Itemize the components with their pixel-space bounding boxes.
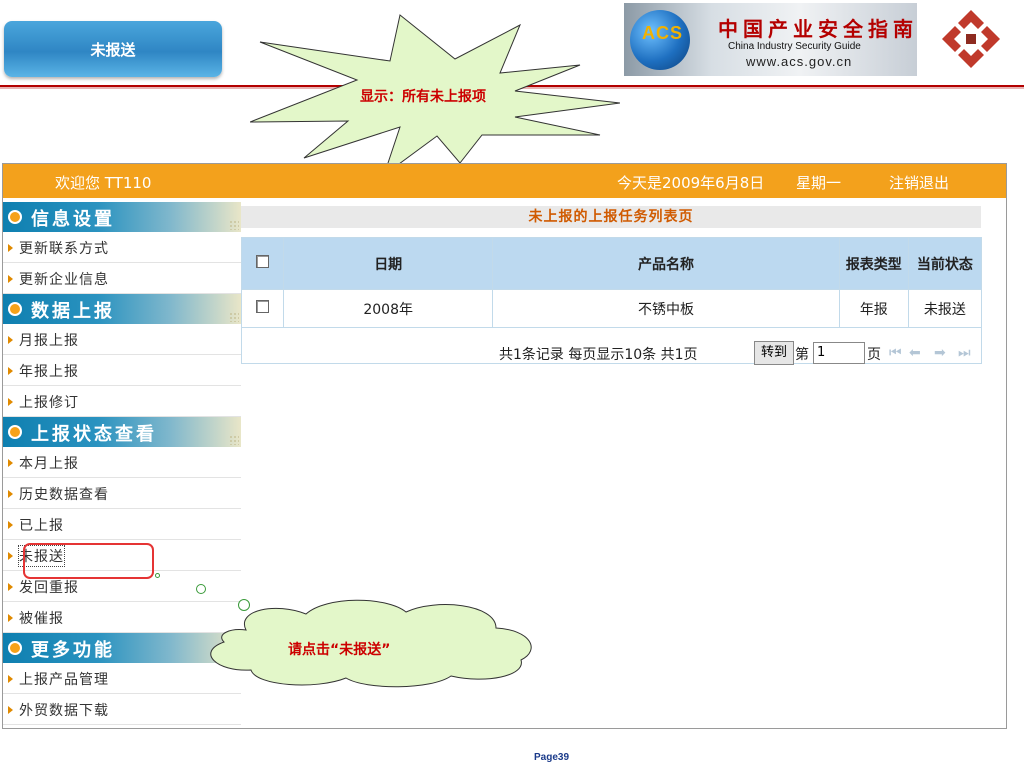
sidebar-section-header[interactable]: 上报状态查看 — [3, 417, 241, 447]
section-dots-icon — [229, 220, 239, 230]
sidebar-item[interactable]: 已上报 — [3, 509, 241, 540]
prev-page-icon[interactable]: ⬅ — [909, 345, 921, 361]
arrow-right-icon — [8, 490, 13, 498]
slide-title-tab: 未报送 — [4, 21, 222, 77]
pager-summary: 共1条记录 每页显示10条 共1页 — [499, 347, 698, 363]
sidebar-section-header[interactable]: 信息设置 — [3, 202, 241, 232]
sidebar-item-label: 上报产品管理 — [19, 672, 109, 688]
section-bullet-icon — [8, 425, 22, 439]
cell-date: 2008年 — [283, 289, 494, 328]
last-page-icon[interactable]: ⏭ — [958, 345, 971, 361]
page-prefix: 第 — [795, 347, 809, 363]
arrow-right-icon — [8, 706, 13, 714]
column-header-date[interactable]: 日期 — [283, 237, 494, 290]
sidebar-section-title: 上报状态查看 — [31, 424, 157, 445]
sidebar-item-label: 外贸数据下载 — [19, 703, 109, 719]
column-header-report-type[interactable]: 报表类型 — [838, 237, 909, 290]
header-select-cell — [240, 237, 285, 290]
select-all-checkbox[interactable] — [256, 255, 270, 268]
cell-product: 不锈中板 — [492, 289, 840, 328]
arrow-right-icon — [8, 552, 13, 560]
sidebar-item-label: 已上报 — [19, 518, 64, 534]
section-bullet-icon — [8, 210, 22, 224]
first-page-icon[interactable]: ⏮ — [889, 345, 902, 361]
arrow-right-icon — [8, 367, 13, 375]
banner-en-title: China Industry Security Guide — [728, 41, 861, 52]
row-checkbox[interactable] — [256, 300, 270, 313]
arrow-right-icon — [8, 459, 13, 467]
page-footer: Page39 — [534, 752, 570, 763]
row-select-cell — [240, 289, 285, 328]
sidebar-item-label: 发回重报 — [19, 580, 79, 596]
banner-cn-title: 中国产业安全指南 — [718, 17, 917, 41]
callout-dot-small — [155, 573, 160, 578]
arrow-right-icon — [8, 521, 13, 529]
sidebar-item[interactable]: 外贸数据下载 — [3, 694, 241, 725]
slide: 未报送 ACS 中国产业安全指南 China Industry Security… — [0, 0, 1024, 768]
welcome-text: 欢迎您 TT110 — [55, 174, 152, 192]
next-page-icon[interactable]: ➡ — [934, 345, 946, 361]
acs-banner: ACS 中国产业安全指南 China Industry Security Gui… — [624, 3, 917, 76]
arrow-right-icon — [8, 336, 13, 344]
sidebar-item-label: 更新企业信息 — [19, 272, 109, 288]
logout-link[interactable]: 注销退出 — [889, 172, 949, 193]
table-header-row: 日期 产品名称 报表类型 当前状态 — [240, 237, 983, 290]
sidebar-item-label: 上报修订 — [19, 395, 79, 411]
table-row[interactable]: 2008年 不锈中板 年报 未报送 — [240, 289, 983, 328]
top-bar: 欢迎您 TT110 今天是2009年6月8日 星期一 注销退出 — [3, 164, 1006, 198]
sidebar-item-label: 年报上报 — [19, 364, 79, 380]
sidebar-item[interactable]: 更新联系方式 — [3, 232, 241, 263]
highlight-box — [23, 543, 154, 579]
callout-cloud-text: 请点击“未报送” — [288, 642, 391, 658]
goto-button[interactable]: 转到 — [754, 341, 794, 365]
sidebar-item-label: 更新联系方式 — [19, 241, 109, 257]
sidebar-section-title: 更多功能 — [31, 640, 115, 661]
sidebar-section-title: 数据上报 — [31, 301, 115, 322]
arrow-right-icon — [8, 244, 13, 252]
page-number-input[interactable]: 1 — [813, 342, 865, 364]
banner-url: www.acs.gov.cn — [746, 54, 853, 69]
sidebar-item-label: 月报上报 — [19, 333, 79, 349]
cell-report-type: 年报 — [838, 289, 909, 328]
section-dots-icon — [229, 435, 239, 445]
sidebar-item[interactable]: 年报上报 — [3, 355, 241, 386]
callout-star-text: 显示：所有未上报项 — [360, 89, 486, 105]
acs-logo: ACS — [642, 23, 684, 43]
sidebar-item[interactable]: 本月上报 — [3, 447, 241, 478]
arrow-right-icon — [8, 614, 13, 622]
weekday-text: 星期一 — [796, 174, 842, 192]
section-dots-icon — [229, 312, 239, 322]
sidebar-section-title: 信息设置 — [31, 209, 115, 230]
arrow-right-icon — [8, 275, 13, 283]
arrow-right-icon — [8, 675, 13, 683]
date-text: 今天是2009年6月8日 — [617, 174, 765, 192]
section-bullet-icon — [8, 302, 22, 316]
section-bullet-icon — [8, 641, 22, 655]
cell-status: 未报送 — [907, 289, 983, 328]
corner-logo-icon — [942, 10, 1000, 68]
arrow-right-icon — [8, 398, 13, 406]
slide-title: 未报送 — [90, 40, 136, 59]
sidebar-section-header[interactable]: 数据上报 — [3, 294, 241, 324]
arrow-right-icon — [8, 583, 13, 591]
sidebar-item-label: 被催报 — [19, 611, 64, 627]
sidebar-item[interactable]: 更新企业信息 — [3, 263, 241, 294]
column-header-status[interactable]: 当前状态 — [907, 237, 983, 290]
sidebar-item-label: 历史数据查看 — [19, 487, 109, 503]
page-suffix: 页 — [867, 347, 881, 363]
column-header-product[interactable]: 产品名称 — [492, 237, 840, 290]
list-title: 未上报的上报任务列表页 — [241, 206, 981, 228]
sidebar-item[interactable]: 月报上报 — [3, 324, 241, 355]
sidebar-item-label: 本月上报 — [19, 456, 79, 472]
sidebar-item[interactable]: 历史数据查看 — [3, 478, 241, 509]
sidebar-item[interactable]: 上报修订 — [3, 386, 241, 417]
